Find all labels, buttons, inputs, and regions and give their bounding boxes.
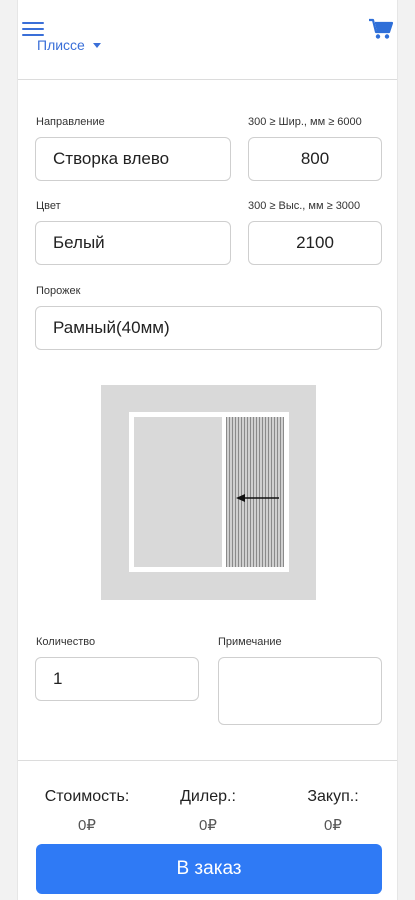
- order-footer: Стоимость: 0₽ Дилер.: 0₽ Закуп.: 0₽ В за…: [18, 760, 397, 900]
- cost-value: 0₽: [78, 817, 96, 834]
- dealer-label: Дилер.:: [180, 788, 236, 805]
- purchase-summary: Закуп.: 0₽: [293, 788, 373, 834]
- color-select[interactable]: Белый: [35, 221, 231, 265]
- purchase-label: Закуп.:: [307, 788, 359, 805]
- chevron-down-icon: [92, 42, 101, 48]
- pleated-panel: [226, 417, 284, 567]
- door-preview: [101, 385, 316, 600]
- product-type-select[interactable]: Плиссе: [37, 37, 101, 53]
- width-input[interactable]: 800: [248, 137, 382, 181]
- color-label: Цвет: [36, 200, 61, 212]
- threshold-label: Порожек: [36, 285, 81, 297]
- purchase-value: 0₽: [324, 817, 342, 834]
- threshold-select[interactable]: Рамный(40мм): [35, 306, 382, 350]
- door-panel-opening: [134, 417, 222, 567]
- door-frame: [129, 412, 289, 572]
- note-textarea[interactable]: [218, 657, 382, 725]
- dealer-value: 0₽: [199, 817, 217, 834]
- dealer-summary: Дилер.: 0₽: [168, 788, 248, 834]
- width-label: 300 ≥ Шир., мм ≥ 6000: [248, 116, 362, 128]
- quantity-input[interactable]: 1: [35, 657, 199, 701]
- note-label: Примечание: [218, 636, 282, 648]
- height-label: 300 ≥ Выс., мм ≥ 3000: [248, 200, 361, 212]
- quantity-label: Количество: [36, 636, 96, 648]
- cost-summary: Стоимость: 0₽: [42, 788, 132, 834]
- direction-label: Направление: [36, 116, 105, 128]
- product-type-label: Плиссе: [37, 37, 85, 53]
- cost-label: Стоимость:: [44, 788, 130, 805]
- direction-select[interactable]: Створка влево: [35, 137, 231, 181]
- add-to-order-button[interactable]: В заказ: [36, 844, 382, 894]
- app-screen: Плиссе Направление 300 ≥ Шир., мм ≥ 6000…: [17, 0, 398, 900]
- menu-icon[interactable]: [22, 20, 46, 38]
- cart-icon[interactable]: [369, 18, 393, 40]
- arrow-left-icon: [236, 494, 279, 502]
- height-input[interactable]: 2100: [248, 221, 382, 265]
- top-bar: Плиссе: [18, 0, 397, 80]
